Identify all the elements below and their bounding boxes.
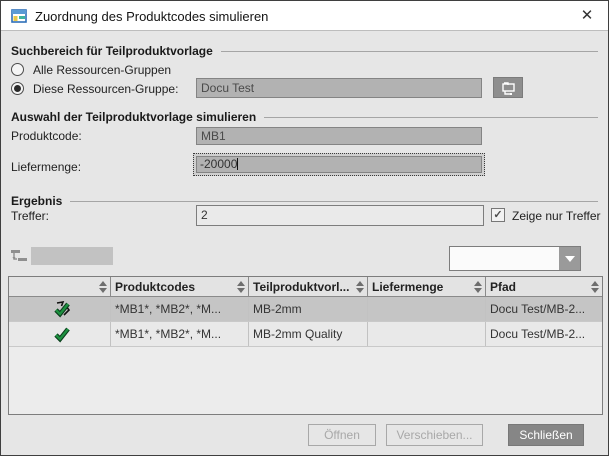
header-icon-column[interactable]	[9, 277, 111, 296]
section-search-scope: Suchbereich für Teilproduktvorlage	[11, 44, 598, 58]
hits-label: Treffer:	[11, 209, 50, 223]
radio-this-resource-group[interactable]	[11, 82, 24, 95]
cell-liefermenge	[368, 297, 486, 321]
sort-icon	[99, 280, 107, 293]
close-button[interactable]: Schließen	[508, 424, 584, 446]
header-pfad[interactable]: Pfad	[486, 277, 602, 296]
section-divider	[220, 50, 598, 52]
cell-liefermenge	[368, 322, 486, 346]
section-selection-title: Auswahl der Teilproduktvorlage simuliere…	[11, 110, 257, 124]
text-caret	[237, 158, 239, 170]
check-icon	[9, 322, 111, 346]
radio-this-label: Diese Ressourcen-Gruppe:	[33, 82, 179, 96]
view-combobox[interactable]	[449, 246, 581, 271]
quantity-value: -20000	[200, 157, 238, 171]
show-only-hits-checkbox[interactable]: ✓	[491, 208, 505, 222]
productcode-label: Produktcode:	[11, 129, 82, 143]
table-row[interactable]: *MB1*, *MB2*, *M... MB-2mm Quality Docu …	[9, 322, 602, 347]
resource-group-field[interactable]: Docu Test	[196, 78, 482, 98]
table-header-row: Produktcodes Teilproduktvorl... Lieferme…	[9, 277, 602, 297]
hits-field[interactable]: 2	[196, 205, 484, 226]
productcode-field[interactable]: MB1	[196, 127, 482, 145]
filter-mini-field[interactable]	[31, 247, 113, 265]
section-selection: Auswahl der Teilproduktvorlage simuliere…	[11, 110, 598, 124]
quantity-label: Liefermenge:	[11, 160, 82, 174]
close-icon[interactable]: ✕	[576, 6, 598, 26]
title-bar: Zuordnung des Produktcodes simulieren ✕	[1, 1, 608, 31]
check-modified-icon	[9, 297, 111, 321]
cell-pfad: Docu Test/MB-2...	[490, 302, 586, 316]
sort-icon	[356, 280, 364, 293]
radio-all-resource-groups[interactable]	[11, 63, 24, 76]
section-divider	[264, 116, 598, 118]
cell-pfad: Docu Test/MB-2...	[490, 327, 586, 341]
cell-teilproduktvorlage: MB-2mm	[249, 297, 368, 321]
cell-teilproduktvorlage: MB-2mm Quality	[249, 322, 368, 346]
header-liefermenge[interactable]: Liefermenge	[368, 277, 486, 296]
table-row[interactable]: *MB1*, *MB2*, *M... MB-2mm Docu Test/MB-…	[9, 297, 602, 322]
section-search-title: Suchbereich für Teilproduktvorlage	[11, 44, 213, 58]
window-title: Zuordnung des Produktcodes simulieren	[35, 9, 269, 24]
sort-icon	[237, 280, 245, 293]
open-button: Öffnen	[308, 424, 376, 446]
sort-icon	[474, 280, 482, 293]
section-divider	[70, 200, 598, 202]
header-teilproduktvorlage[interactable]: Teilproduktvorl...	[249, 277, 368, 296]
move-button: Verschieben...	[386, 424, 483, 446]
cell-produktcodes: *MB1*, *MB2*, *M...	[111, 297, 249, 321]
results-table: Produktcodes Teilproduktvorl... Lieferme…	[8, 276, 603, 415]
header-produktcodes[interactable]: Produktcodes	[111, 277, 249, 296]
cell-produktcodes: *MB1*, *MB2*, *M...	[111, 322, 249, 346]
quantity-field-focus-ring: -20000	[193, 153, 485, 176]
browse-resource-group-button[interactable]	[493, 77, 523, 98]
window-link-icon	[502, 81, 515, 95]
sort-icon	[591, 280, 599, 293]
quantity-field[interactable]: -20000	[196, 156, 482, 173]
tree-hierarchy-icon	[11, 249, 28, 267]
radio-all-label: Alle Ressourcen-Gruppen	[33, 63, 172, 77]
chevron-down-icon[interactable]	[559, 247, 580, 270]
app-table-icon	[11, 8, 27, 24]
simulate-productcode-dialog: Zuordnung des Produktcodes simulieren ✕ …	[0, 0, 609, 456]
section-result-title: Ergebnis	[11, 194, 63, 208]
show-only-hits-label: Zeige nur Treffer	[512, 209, 601, 223]
